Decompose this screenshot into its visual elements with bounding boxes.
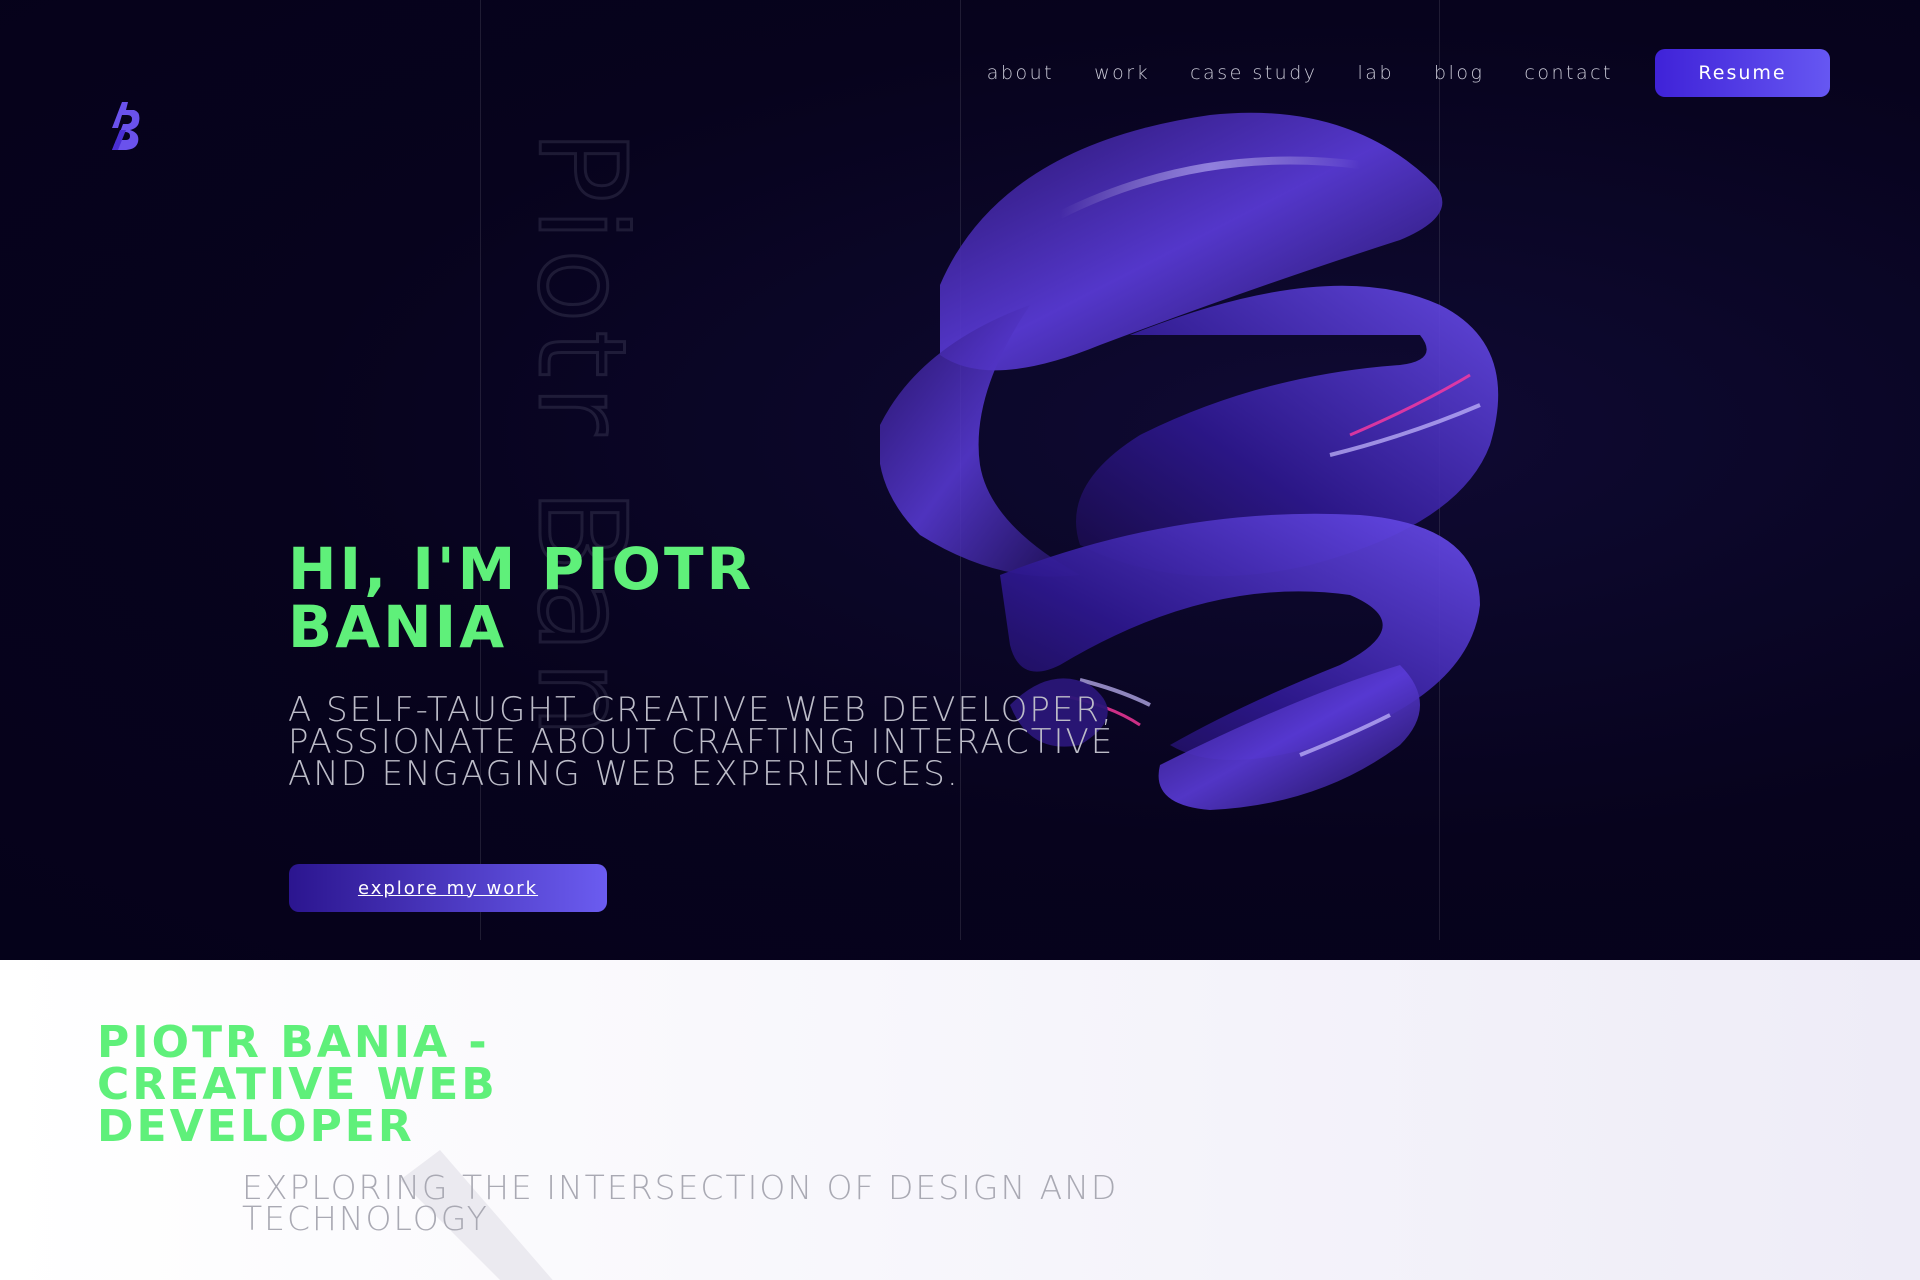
- logo-icon[interactable]: [108, 100, 144, 152]
- about-title: PIOTR BANIA - CREATIVE WEB DEVELOPER: [97, 1017, 498, 1152]
- resume-button[interactable]: Resume: [1655, 49, 1830, 97]
- nav-link-case-study[interactable]: case study: [1190, 62, 1317, 84]
- nav-link-blog[interactable]: blog: [1434, 62, 1484, 84]
- main-nav: about work case study lab blog contact R…: [800, 48, 1830, 98]
- nav-link-about[interactable]: about: [987, 62, 1054, 84]
- nav-link-lab[interactable]: lab: [1358, 62, 1394, 84]
- explore-work-button[interactable]: explore my work: [289, 864, 607, 912]
- hero-title: HI, I'M PIOTR BANIA: [288, 535, 755, 661]
- about-section: PIOTR BANIA - CREATIVE WEB DEVELOPER EXP…: [0, 960, 1920, 1280]
- nav-link-work[interactable]: work: [1094, 62, 1150, 84]
- hero-section: Piotr Bania about work case study lab bl…: [0, 0, 1920, 960]
- nav-link-contact[interactable]: contact: [1524, 62, 1613, 84]
- about-subtitle: EXPLORING THE INTERSECTION OF DESIGN AND…: [242, 1168, 1119, 1238]
- hero-subtitle: A SELF-TAUGHT CREATIVE WEB DEVELOPER, PA…: [288, 690, 1115, 794]
